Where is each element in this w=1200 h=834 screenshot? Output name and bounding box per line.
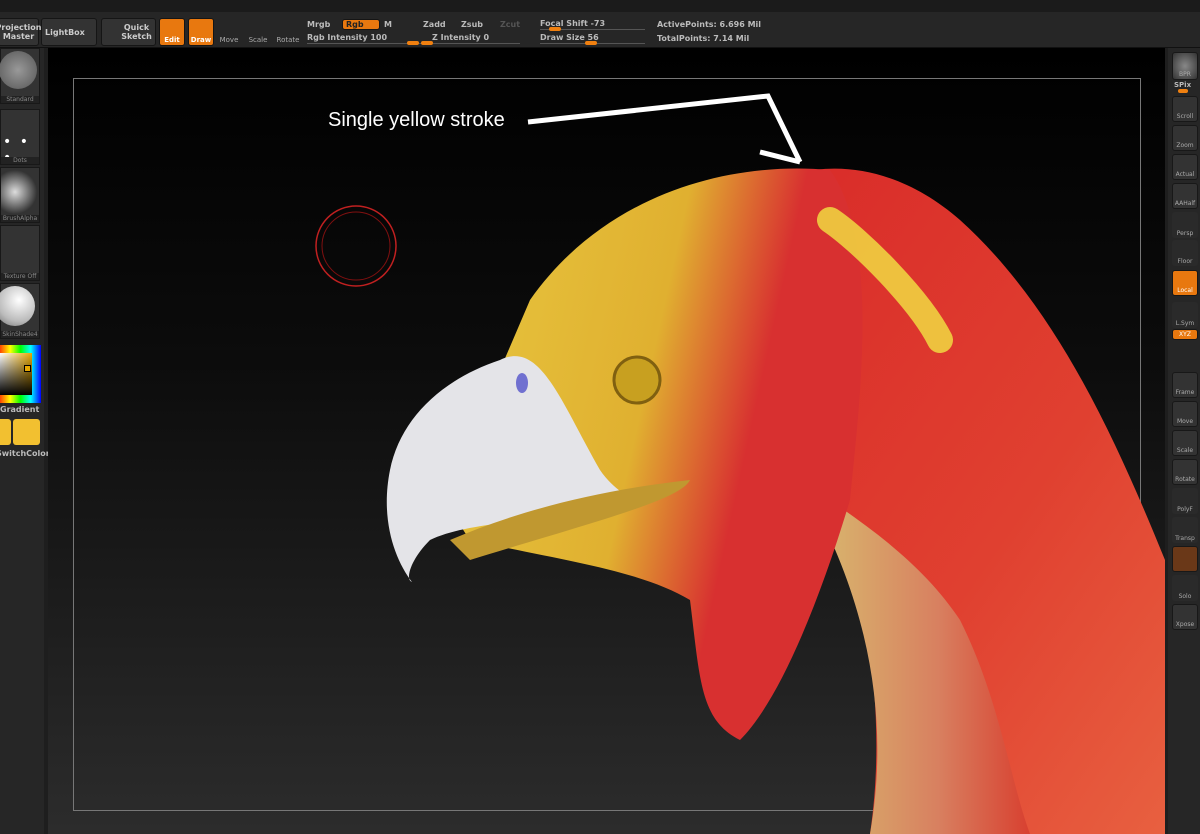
xyz-button[interactable]: XYZ xyxy=(1172,329,1198,340)
arrow-annotation xyxy=(527,93,803,165)
polyf-button[interactable]: PolyF xyxy=(1172,488,1198,514)
bpr-button[interactable]: BPR xyxy=(1172,52,1198,80)
xpose-button[interactable]: Xpose xyxy=(1172,604,1198,630)
lsym-button[interactable]: L.Sym xyxy=(1172,302,1198,328)
floor-button[interactable]: Floor xyxy=(1172,240,1198,266)
right-shelf: BPR SPix Scroll Zoom Actual AAHalf Persp… xyxy=(1168,48,1200,834)
ghost-button[interactable] xyxy=(1172,546,1198,572)
brush-cursor xyxy=(315,205,397,287)
scroll-button[interactable]: Scroll xyxy=(1172,96,1198,122)
local-button[interactable]: Local xyxy=(1172,270,1198,296)
scale-button-right[interactable]: Scale xyxy=(1172,430,1198,456)
actual-button[interactable]: Actual xyxy=(1172,154,1198,180)
aahalf-button[interactable]: AAHalf xyxy=(1172,183,1198,209)
persp-button[interactable]: Persp xyxy=(1172,212,1198,238)
move-button-right[interactable]: Move xyxy=(1172,401,1198,427)
rotate-button-right[interactable]: Rotate xyxy=(1172,459,1198,485)
transp-button[interactable]: Transp xyxy=(1172,517,1198,543)
spix-knob[interactable] xyxy=(1178,89,1188,93)
annotation-text: Single yellow stroke xyxy=(328,109,505,131)
frame-button[interactable]: Frame xyxy=(1172,372,1198,398)
spix-slider[interactable]: SPix xyxy=(1174,81,1191,89)
eagle-model xyxy=(315,93,1165,834)
solo-button[interactable]: Solo xyxy=(1172,575,1198,601)
zoom-button[interactable]: Zoom xyxy=(1172,125,1198,151)
